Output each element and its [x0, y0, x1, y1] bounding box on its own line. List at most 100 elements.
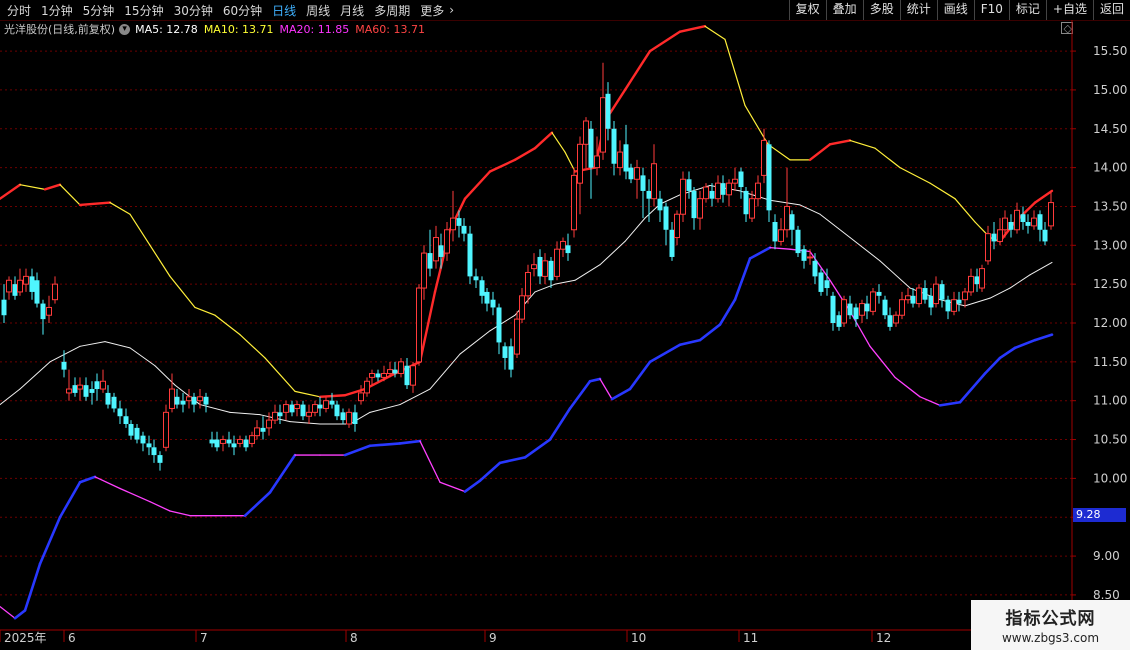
period-tab-1[interactable]: 1分钟: [36, 2, 78, 19]
candle-down: [1008, 214, 1014, 238]
candle-body: [450, 217, 456, 231]
candle-body: [784, 205, 790, 231]
candle-up: [899, 291, 905, 320]
candle-down: [427, 229, 433, 277]
period-tab-5[interactable]: 60分钟: [218, 2, 267, 19]
candle-body: [346, 411, 352, 425]
candle-body: [381, 373, 387, 378]
candle-body: [928, 295, 934, 308]
chevron-right-icon[interactable]: ›: [449, 3, 454, 17]
candle-up: [594, 136, 600, 176]
candle-body: [801, 249, 807, 261]
lower-band-segment: [958, 372, 987, 404]
candle-body: [743, 190, 749, 215]
candle-up: [905, 288, 911, 304]
candle-down: [928, 288, 934, 316]
period-tab-8[interactable]: 月线: [335, 2, 369, 19]
candle-up: [893, 311, 899, 327]
candle-down: [300, 400, 306, 421]
candle-up: [979, 264, 985, 292]
period-tab-0[interactable]: 分时: [2, 2, 36, 19]
upper-band-segment: [954, 198, 976, 223]
lower-band-segment: [983, 356, 1002, 375]
candle-down: [289, 400, 295, 417]
toolbar-button-8[interactable]: 返回: [1092, 0, 1130, 20]
lower-band-segment: [368, 442, 402, 448]
candle-up: [997, 218, 1003, 246]
toolbar-button-0[interactable]: 复权: [788, 0, 826, 20]
period-tab-3[interactable]: 15分钟: [119, 2, 168, 19]
candle-up: [237, 435, 243, 448]
candle-body: [358, 392, 364, 402]
candle-body: [317, 404, 323, 409]
candle-body: [956, 299, 962, 304]
period-tab-7[interactable]: 周线: [301, 2, 335, 19]
candle-body: [392, 369, 398, 374]
upper-band-segment: [533, 131, 554, 150]
candle-body: [623, 144, 629, 172]
upper-band-segment: [109, 201, 131, 215]
toolbar-button-3[interactable]: 统计: [899, 0, 937, 20]
mid-band-segment: [229, 411, 261, 416]
candle-body: [421, 252, 427, 289]
candle-body: [340, 412, 346, 421]
period-tab-10[interactable]: 更多: [415, 2, 449, 19]
toolbar-button-7[interactable]: +自选: [1045, 0, 1093, 20]
y-tick-label: 10.50: [1093, 433, 1127, 447]
candle-up: [726, 179, 732, 207]
candle-down: [352, 404, 358, 432]
period-tab-2[interactable]: 5分钟: [78, 2, 120, 19]
candle-body: [1020, 214, 1026, 222]
upper-band-segment: [78, 201, 112, 207]
candle-body: [968, 275, 974, 293]
candle-down: [226, 431, 232, 448]
lower-band-segment: [268, 453, 297, 494]
lower-band-segment: [748, 246, 772, 260]
candle-body: [294, 404, 300, 409]
toolbar-button-6[interactable]: 标记: [1008, 0, 1046, 20]
candle-down: [876, 284, 882, 304]
candle-body: [496, 307, 502, 343]
candle-body: [571, 174, 577, 231]
upper-band-segment: [149, 244, 171, 277]
candle-down: [766, 140, 772, 222]
mid-band-segment: [554, 279, 576, 285]
candle-down: [34, 272, 40, 308]
candle-body: [237, 439, 243, 444]
x-tick-label: 8: [350, 631, 358, 645]
candle-down: [243, 435, 249, 452]
candle-down: [789, 210, 795, 246]
candle-down: [105, 385, 111, 409]
period-tab-4[interactable]: 30分钟: [169, 2, 218, 19]
candle-up: [542, 253, 548, 285]
candle-up: [968, 268, 974, 296]
lower-band-segment: [463, 479, 482, 493]
candlestick-chart[interactable]: 15.50 15.00 14.50 14.00 13.50 13.00 12.50 12.00…: [0, 20, 1130, 650]
candle-body: [565, 245, 571, 254]
candle-body: [83, 385, 89, 397]
candle-down: [743, 187, 749, 222]
candle-body: [329, 400, 335, 405]
candle-down: [939, 280, 945, 308]
toolbar-button-2[interactable]: 多股: [862, 0, 900, 20]
toolbar-button-5[interactable]: F10: [973, 0, 1009, 20]
candle-down: [461, 218, 467, 242]
candle-body: [444, 229, 450, 254]
upper-band-segment: [59, 184, 81, 206]
toolbar-button-1[interactable]: 叠加: [825, 0, 863, 20]
toolbar-button-4[interactable]: 画线: [936, 0, 974, 20]
mid-band-segment: [659, 194, 681, 205]
period-tab-6[interactable]: 日线: [267, 2, 301, 19]
lower-band-segment: [588, 377, 602, 383]
mid-band-segment: [819, 213, 851, 239]
mid-band-segment: [289, 421, 321, 425]
candle-up: [450, 190, 456, 242]
candle-body: [128, 424, 134, 436]
y-tick-label: 14.00: [1093, 161, 1127, 175]
candle-body: [151, 447, 157, 456]
candle-body: [588, 128, 594, 168]
candle-body: [853, 307, 859, 320]
period-tab-9[interactable]: 多周期: [369, 2, 415, 19]
upper-band-segment: [899, 167, 931, 184]
candle-body: [163, 411, 169, 448]
